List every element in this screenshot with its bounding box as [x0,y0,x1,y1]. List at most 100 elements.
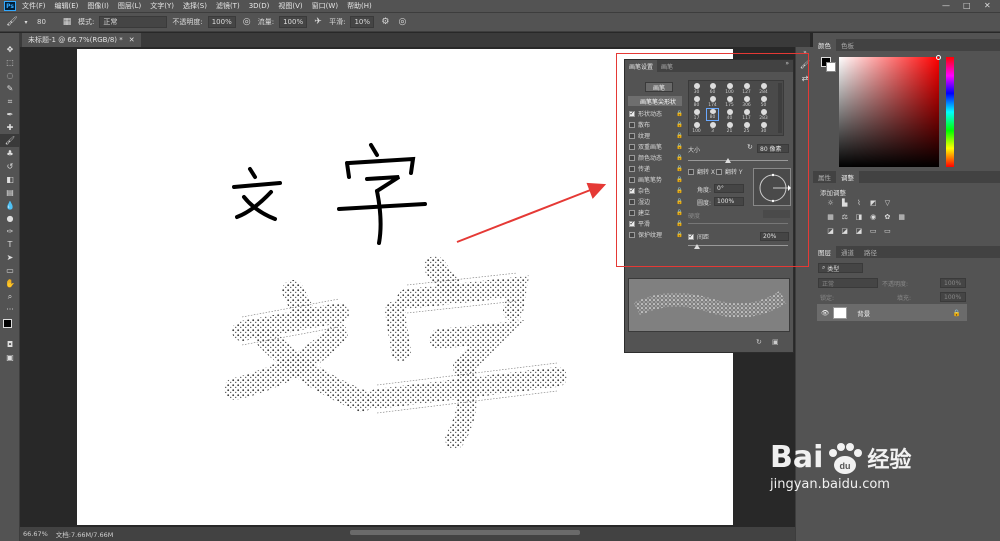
flow-input[interactable]: 100% [279,16,308,28]
menu-file[interactable]: 文件(F) [22,1,46,11]
menu-select[interactable]: 选择(S) [183,1,207,11]
layer-opacity-input[interactable]: 100% [940,278,966,288]
quick-select-tool-icon[interactable]: ✎ [0,82,20,95]
marquee-tool-icon[interactable]: ⬚ [0,56,20,69]
brush-tool-icon[interactable]: 🖌 [0,134,20,147]
pressure-size-icon[interactable]: ◎ [396,16,408,28]
eyedropper-tool-icon[interactable]: ✒ [0,108,20,121]
eye-icon[interactable]: 👁 [821,309,829,317]
gear-icon[interactable]: ⚙ [379,16,391,28]
horizontal-scrollbar[interactable] [350,530,580,535]
history-brush-tool-icon[interactable]: ↺ [0,160,20,173]
blend-mode-select[interactable]: 正常 [818,278,878,288]
tab-adjustments[interactable]: 调整 [836,171,859,183]
menu-image[interactable]: 图像(I) [87,1,109,11]
type-tool-icon[interactable]: T [0,238,20,251]
curves-icon[interactable]: ⌇ [854,199,863,207]
hue-slider[interactable] [946,57,954,167]
close-icon[interactable]: ✕ [984,1,991,10]
document-tab[interactable]: 未标题-1 @ 66.7%(RGB/8) * ✕ [22,33,141,47]
zoom-level[interactable]: 66.67% [23,530,48,538]
menu-filter[interactable]: 滤镜(T) [216,1,240,11]
chevron-down-icon[interactable]: ▾ [23,16,29,28]
brush-size-preset[interactable]: 80 [34,16,56,28]
airbrush-icon[interactable]: ✈ [312,16,324,28]
gradient-map-icon[interactable]: ▭ [869,227,878,235]
invert-icon[interactable]: ◪ [826,227,835,235]
color-panel-tabs: 颜色 色板 [813,39,1000,51]
gradient-tool-icon[interactable]: ▤ [0,186,20,199]
mode-label: 模式: [78,18,95,26]
menu-edit[interactable]: 编辑(E) [55,1,79,11]
brightness-icon[interactable]: ☼ [826,199,835,207]
selective-color-icon[interactable]: ▭ [883,227,892,235]
photo-filter-icon[interactable]: ◉ [869,213,878,221]
hue-saturation-icon[interactable]: ▦ [826,213,835,221]
shape-tool-icon[interactable]: ▭ [0,264,20,277]
brush-tool-icon[interactable]: 🖌 [6,16,18,28]
blur-tool-icon[interactable]: 💧 [0,199,20,212]
pen-tool-icon[interactable]: ✑ [0,225,20,238]
svg-text:du: du [840,461,851,471]
menu-help[interactable]: 帮助(H) [347,1,372,11]
exposure-icon[interactable]: ◩ [869,199,878,207]
foreground-color-swatch[interactable] [3,319,12,328]
healing-tool-icon[interactable]: ✚ [0,121,20,134]
document-info[interactable]: 文档:7.66M/7.66M [56,529,114,539]
tab-properties[interactable]: 属性 [813,171,836,183]
crop-tool-icon[interactable]: ⌗ [0,95,20,108]
menu-window[interactable]: 窗口(W) [312,1,338,11]
more-tools-icon[interactable]: ··· [0,303,20,316]
opacity-label: 不透明度: [172,18,203,26]
move-tool-icon[interactable]: ✥ [0,43,20,56]
posterize-icon[interactable]: ◪ [840,227,849,235]
tab-channels[interactable]: 通道 [836,246,859,258]
menu-layer[interactable]: 图层(L) [118,1,141,11]
menu-bar: Ps 文件(F) 编辑(E) 图像(I) 图层(L) 文字(Y) 选择(S) 滤… [0,0,1000,12]
color-cursor[interactable] [936,55,941,60]
zoom-tool-icon[interactable]: ⌕ [0,290,20,303]
color-lookup-icon[interactable]: ▦ [897,213,906,221]
color-swatches[interactable] [0,316,19,338]
dodge-tool-icon[interactable]: ● [0,212,20,225]
menu-view[interactable]: 视图(V) [278,1,302,11]
close-tab-icon[interactable]: ✕ [129,36,135,44]
tab-color[interactable]: 颜色 [813,39,836,51]
layer-row-background[interactable]: 👁 背景 🔒 [817,304,967,321]
panel-background-swatch[interactable] [826,62,836,72]
levels-icon[interactable]: ▙ [840,199,849,207]
create-brush-icon[interactable]: ↻ [756,338,762,346]
black-white-icon[interactable]: ◨ [854,213,863,221]
search-icon: ⌕ [822,264,826,271]
screen-mode-icon[interactable]: ▣ [0,351,20,364]
opacity-input[interactable]: 100% [207,16,236,28]
menu-type[interactable]: 文字(Y) [150,1,174,11]
new-preset-icon[interactable]: ▣ [772,338,779,346]
brush-panel-toggle-icon[interactable]: ▦ [61,16,73,28]
stamp-tool-icon[interactable]: ♣ [0,147,20,160]
menu-3d[interactable]: 3D(D) [249,2,270,10]
maximize-icon[interactable]: □ [963,1,971,10]
layer-filter-select[interactable]: ⌕ 类型 [818,263,863,273]
pressure-opacity-icon[interactable]: ◎ [241,16,253,28]
vibrance-icon[interactable]: ▽ [883,199,892,207]
channel-mixer-icon[interactable]: ✿ [883,213,892,221]
tab-paths[interactable]: 路径 [859,246,882,258]
smooth-input[interactable]: 10% [350,16,375,28]
handwritten-strokes [232,143,427,245]
options-bar: 🖌 ▾ 80 ▦ 模式: 正常 不透明度: 100% ◎ 流量: 100% ✈ … [0,12,1000,32]
scattered-brush-strokes [224,256,567,449]
quick-mask-icon[interactable]: ◘ [0,338,20,351]
lasso-tool-icon[interactable]: ◌ [0,69,20,82]
minimize-icon[interactable]: — [942,1,950,10]
hand-tool-icon[interactable]: ✋ [0,277,20,290]
tab-swatches[interactable]: 色板 [836,39,859,51]
path-select-tool-icon[interactable]: ➤ [0,251,20,264]
threshold-icon[interactable]: ◪ [854,227,863,235]
mode-select[interactable]: 正常 [99,16,168,28]
color-balance-icon[interactable]: ⚖ [840,213,849,221]
color-field[interactable] [839,55,941,167]
fill-input[interactable]: 100% [940,292,966,302]
eraser-tool-icon[interactable]: ◧ [0,173,20,186]
tab-layers[interactable]: 图层 [813,246,836,258]
